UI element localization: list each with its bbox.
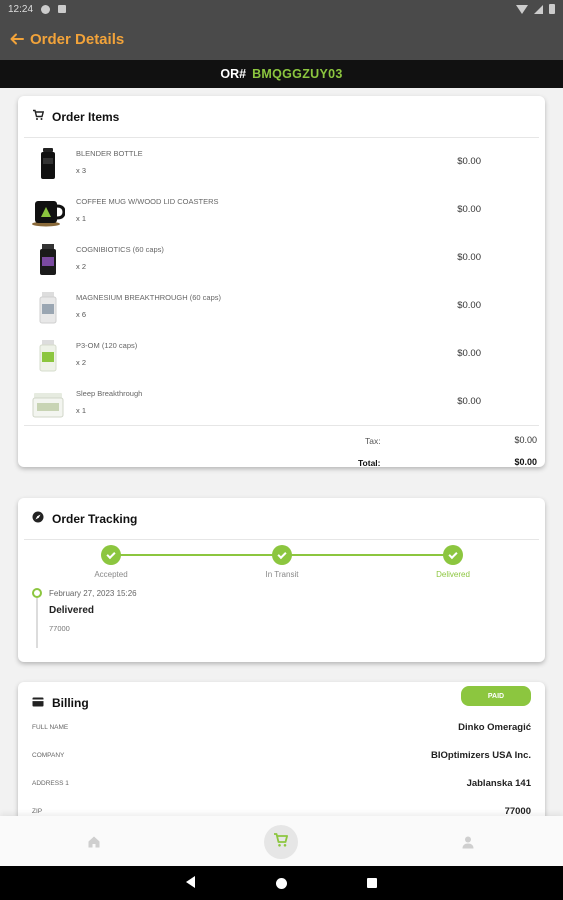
home-icon[interactable]	[81, 829, 107, 855]
signal-icon	[534, 4, 543, 14]
cart-icon	[273, 832, 289, 853]
item-price: $0.00	[457, 156, 481, 167]
order-tracking-title: Order Tracking	[52, 511, 138, 526]
event-status: Delivered	[49, 605, 95, 616]
item-price: $0.00	[457, 204, 481, 215]
cart-nav-button[interactable]	[264, 825, 298, 859]
billing-value: BIOptimizers USA Inc.	[431, 750, 531, 761]
cart-icon	[32, 108, 45, 126]
billing-row: COMPANY BIOptimizers USA Inc.	[18, 748, 545, 768]
total-value: $0.00	[514, 457, 537, 467]
billing-value: Jablanska 141	[466, 778, 531, 789]
status-badge: PAID	[461, 686, 531, 706]
order-tracking-header: Order Tracking	[24, 498, 539, 540]
step-delivered-check-icon	[443, 545, 463, 565]
billing-header: Billing PAID	[24, 682, 539, 724]
order-items-header: Order Items	[24, 96, 539, 138]
list-item[interactable]: COFFEE MUG W/WOOD LID COASTERS x 1 $0.00	[18, 188, 545, 236]
billing-row: FULL NAME Dinko Omeragić	[18, 720, 545, 740]
step-in-transit-check-icon	[272, 545, 292, 565]
app-bar: Order Details	[0, 18, 563, 60]
timeline-dot	[32, 588, 42, 598]
battery-icon	[549, 4, 555, 14]
item-name: MAGNESIUM BREAKTHROUGH (60 caps)	[76, 293, 222, 302]
item-name: BLENDER BOTTLE	[76, 149, 143, 158]
item-name: COGNIBIOTICS (60 caps)	[76, 245, 164, 254]
page-title: Order Details	[30, 30, 125, 48]
item-qty: x 1	[76, 406, 87, 415]
list-item[interactable]: MAGNESIUM BREAKTHROUGH (60 caps) x 6 $0.…	[18, 284, 545, 332]
event-code: 77000	[49, 624, 70, 633]
step-label-delivered: Delivered	[436, 570, 470, 579]
system-home-icon[interactable]	[276, 878, 287, 889]
notification-icon-2	[58, 5, 67, 13]
billing-card: Billing PAID FULL NAME Dinko Omeragić CO…	[18, 682, 545, 816]
magnesium-image	[30, 290, 66, 326]
item-qty: x 2	[76, 358, 87, 367]
list-item[interactable]: Sleep Breakthrough x 1 $0.00	[18, 380, 545, 428]
coffee-mug-image	[30, 194, 66, 230]
p3om-image	[30, 338, 66, 374]
order-number: BMQGGZUY03	[252, 67, 343, 81]
item-price: $0.00	[457, 348, 481, 359]
order-items-card: Order Items BLENDER BOTTLE x 3 $0.00 COF…	[18, 96, 545, 468]
item-qty: x 1	[76, 214, 87, 223]
item-price: $0.00	[457, 396, 481, 407]
status-bar: 12:24	[0, 0, 563, 18]
billing-label: ZIP	[32, 808, 43, 815]
item-qty: x 3	[76, 166, 87, 175]
step-label-in-transit: In Transit	[265, 570, 299, 579]
step-label-accepted: Accepted	[94, 570, 128, 579]
item-qty: x 2	[76, 262, 87, 271]
cognibiotics-image	[30, 242, 66, 278]
clock: 12:24	[8, 3, 34, 15]
notification-icon	[41, 4, 51, 14]
bottom-navigation	[0, 816, 563, 866]
billing-label: ADDRESS 1	[32, 780, 69, 787]
system-recents-icon[interactable]	[367, 878, 377, 888]
scroll-content[interactable]: Order Items BLENDER BOTTLE x 3 $0.00 COF…	[0, 88, 563, 816]
item-qty: x 6	[76, 310, 87, 319]
system-back-icon[interactable]	[186, 876, 195, 888]
wifi-icon	[516, 4, 528, 14]
order-items-title: Order Items	[52, 109, 120, 124]
order-tracking-card: Order Tracking Accepted In Transit Deliv…	[18, 498, 545, 662]
tax-value: $0.00	[514, 435, 537, 445]
billing-label: COMPANY	[32, 752, 65, 759]
billing-label: FULL NAME	[32, 724, 69, 731]
blender-bottle-image	[30, 146, 66, 182]
list-item[interactable]: COGNIBIOTICS (60 caps) x 2 $0.00	[18, 236, 545, 284]
item-name: COFFEE MUG W/WOOD LID COASTERS	[76, 197, 219, 206]
person-icon[interactable]	[455, 829, 481, 855]
item-price: $0.00	[457, 300, 481, 311]
billing-row: ZIP 77000	[18, 804, 545, 816]
billing-value: 77000	[504, 806, 531, 816]
sleep-breakthrough-image	[30, 386, 66, 422]
order-prefix: OR#	[220, 67, 247, 81]
item-name: Sleep Breakthrough	[76, 389, 143, 398]
list-item[interactable]: BLENDER BOTTLE x 3 $0.00	[18, 140, 545, 188]
billing-title: Billing	[52, 696, 89, 710]
credit-card-icon	[32, 694, 44, 712]
event-date: February 27, 2023 15:26	[49, 589, 137, 598]
timeline-line	[36, 598, 38, 648]
billing-row: ADDRESS 1 Jablanska 141	[18, 776, 545, 796]
list-item[interactable]: P3-OM (120 caps) x 2 $0.00	[18, 332, 545, 380]
tax-label: Tax:	[365, 436, 381, 446]
item-price: $0.00	[457, 252, 481, 263]
arrow-left-icon[interactable]	[10, 27, 28, 51]
system-navigation-bar	[0, 866, 563, 900]
order-number-bar: OR# BMQGGZUY03	[0, 60, 563, 88]
total-label: Total:	[358, 458, 381, 468]
divider	[24, 425, 539, 426]
item-name: P3-OM (120 caps)	[76, 341, 138, 350]
step-accepted-check-icon	[101, 545, 121, 565]
billing-value: Dinko Omeragić	[458, 722, 531, 733]
compass-icon	[32, 510, 44, 528]
